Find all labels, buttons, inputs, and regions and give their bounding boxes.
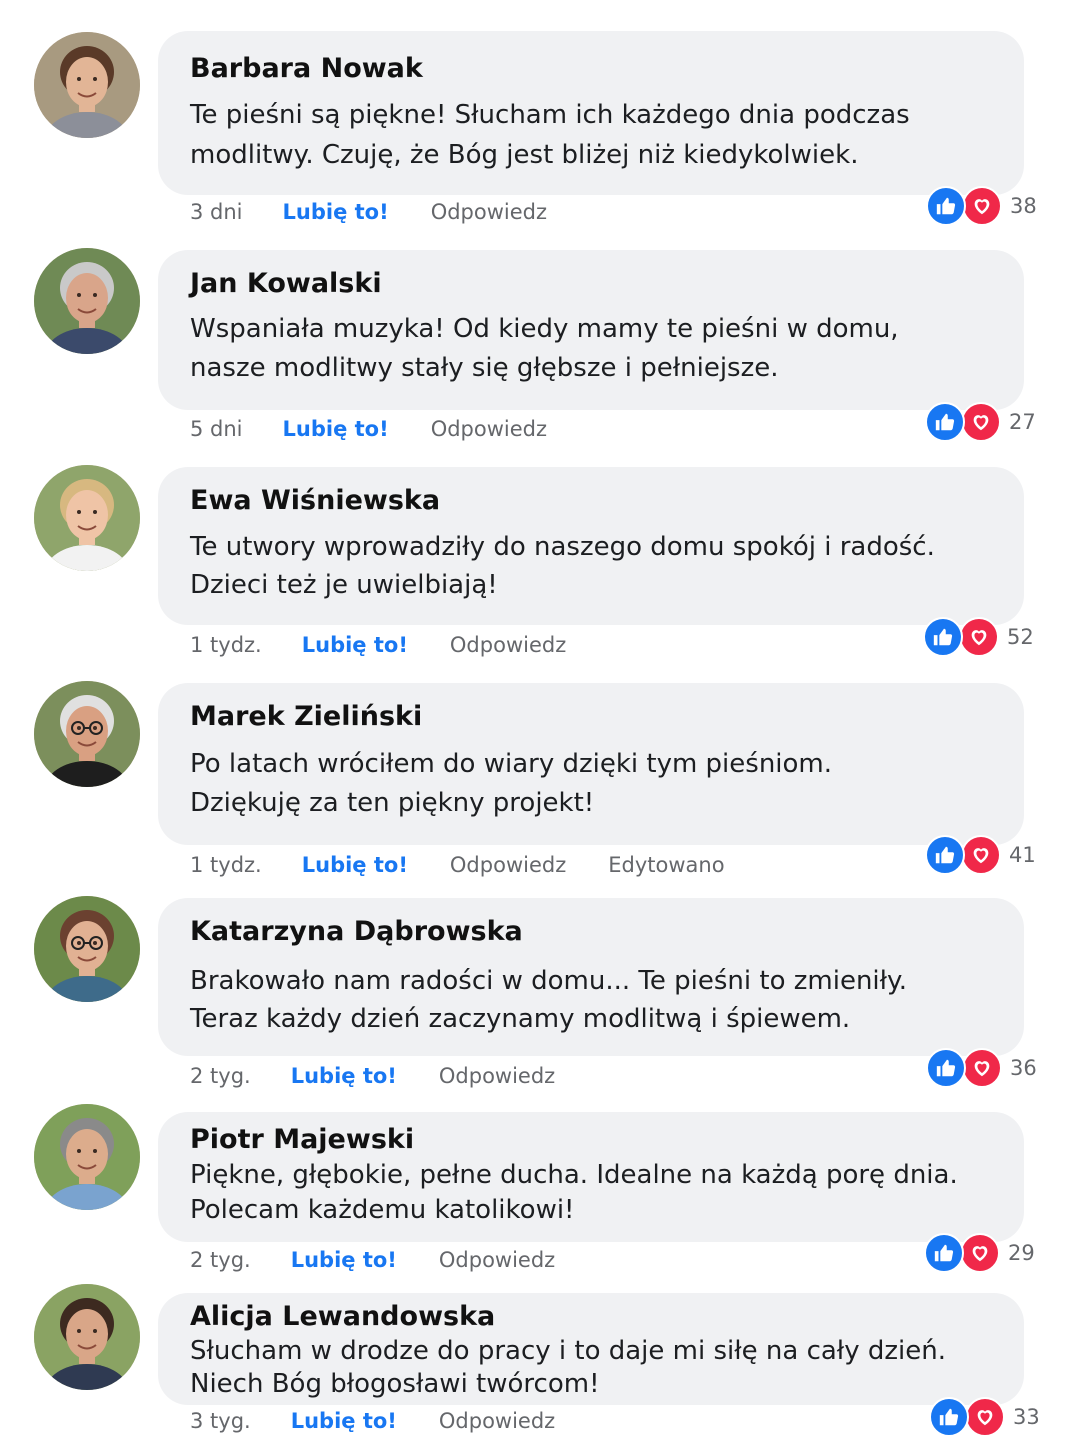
comment-text-line: Brakowało nam radości w domu... Te pieśn… [190, 966, 907, 996]
comment-text-line: nasze modlitwy stały się głębsze i pełni… [190, 353, 779, 383]
heart-icon [962, 1048, 1002, 1088]
reply-button[interactable]: Odpowiedz [439, 1064, 555, 1088]
timestamp[interactable]: 2 tyg. [190, 1064, 251, 1088]
comment-text-line: Niech Bóg błogosławi twórcom! [190, 1369, 600, 1399]
comment-actions: 2 tyg. Lubię to! Odpowiedz [190, 1064, 597, 1088]
reply-button[interactable]: Odpowiedz [431, 417, 547, 441]
comment-bubble: Katarzyna Dąbrowska Brakowało nam radości… [158, 898, 1024, 1056]
comment-bubble: Barbara Nowak Te pieśni są piękne! Słucha… [158, 31, 1024, 195]
comment-bubble: Piotr Majewski Piękne, głębokie, pełne du… [158, 1112, 1024, 1242]
like-button[interactable]: Lubię to! [302, 633, 408, 657]
timestamp[interactable]: 1 tydz. [190, 633, 262, 657]
thumbs-up-icon [925, 402, 965, 442]
reaction-summary[interactable]: 41 [925, 835, 1036, 875]
heart-icon [961, 402, 1001, 442]
author-name[interactable]: Jan Kowalski [190, 268, 382, 300]
like-button[interactable]: Lubię to! [291, 1409, 397, 1433]
thumbs-up-icon [923, 617, 963, 657]
author-name[interactable]: Alicja Lewandowska [190, 1301, 495, 1333]
female-avatar-brown-hair[interactable] [34, 1284, 140, 1390]
female-avatar-blonde-hair[interactable] [34, 465, 140, 571]
comment-text-line: Dziękuję za ten piękny projekt! [190, 788, 595, 818]
reaction-summary[interactable]: 27 [925, 402, 1036, 442]
edited-label: Edytowano [608, 853, 725, 877]
male-avatar-smiling[interactable] [34, 1104, 140, 1210]
comment-actions: 1 tydz. Lubię to! Odpowiedz [190, 633, 608, 657]
author-name[interactable]: Marek Zieliński [190, 701, 422, 733]
reaction-summary[interactable]: 33 [929, 1397, 1040, 1437]
like-button[interactable]: Lubię to! [291, 1064, 397, 1088]
reaction-summary[interactable]: 38 [926, 186, 1037, 226]
heart-icon [960, 1233, 1000, 1273]
comment-text-line: Te utwory wprowadziły do naszego domu sp… [190, 532, 935, 562]
timestamp[interactable]: 1 tydz. [190, 853, 262, 877]
timestamp[interactable]: 3 tyg. [190, 1409, 251, 1433]
heart-icon [962, 186, 1002, 226]
female-avatar-glasses[interactable] [34, 896, 140, 1002]
comment-bubble: Alicja Lewandowska Słucham w drodze do pr… [158, 1293, 1024, 1405]
reply-button[interactable]: Odpowiedz [439, 1248, 555, 1272]
heart-icon [961, 835, 1001, 875]
reaction-count: 33 [1013, 1405, 1040, 1429]
like-button[interactable]: Lubię to! [283, 417, 389, 441]
timestamp[interactable]: 5 dni [190, 417, 243, 441]
thumbs-up-icon [929, 1397, 969, 1437]
reaction-count: 29 [1008, 1241, 1035, 1265]
male-avatar-grey-hair[interactable] [34, 248, 140, 354]
comment-text-line: Polecam każdemu katolikowi! [190, 1195, 575, 1225]
reaction-summary[interactable]: 36 [926, 1048, 1037, 1088]
comment-text-line: Słucham w drodze do pracy i to daje mi s… [190, 1336, 946, 1366]
thumbs-up-icon [925, 835, 965, 875]
comment-bubble: Ewa Wiśniewska Te utwory wprowadziły do n… [158, 467, 1024, 625]
reaction-summary[interactable]: 29 [924, 1233, 1035, 1273]
thumbs-up-icon [924, 1233, 964, 1273]
reply-button[interactable]: Odpowiedz [450, 633, 566, 657]
reply-button[interactable]: Odpowiedz [450, 853, 566, 877]
reaction-count: 38 [1010, 194, 1037, 218]
comment-bubble: Jan Kowalski Wspaniała muzyka! Od kiedy m… [158, 250, 1024, 410]
comment-text-line: modlitwy. Czuję, że Bóg jest bliżej niż … [190, 140, 859, 170]
reaction-count: 52 [1007, 625, 1034, 649]
reaction-count: 27 [1009, 410, 1036, 434]
thumbs-up-icon [926, 1048, 966, 1088]
comment-text-line: Dzieci też je uwielbiają! [190, 570, 498, 600]
female-avatar-dark-hair[interactable] [34, 32, 140, 138]
like-button[interactable]: Lubię to! [283, 200, 389, 224]
comment-actions: 5 dni Lubię to! Odpowiedz [190, 417, 589, 441]
timestamp[interactable]: 3 dni [190, 200, 243, 224]
timestamp[interactable]: 2 tyg. [190, 1248, 251, 1272]
male-avatar-glasses[interactable] [34, 681, 140, 787]
like-button[interactable]: Lubię to! [302, 853, 408, 877]
comment-actions: 3 dni Lubię to! Odpowiedz [190, 200, 589, 224]
comment-text-line: Te pieśni są piękne! Słucham ich każdego… [190, 100, 910, 130]
comment-text-line: Piękne, głębokie, pełne ducha. Idealne n… [190, 1160, 958, 1190]
heart-icon [959, 617, 999, 657]
author-name[interactable]: Barbara Nowak [190, 53, 423, 85]
comment-actions: 1 tydz. Lubię to! Odpowiedz Edytowano [190, 853, 725, 877]
reply-button[interactable]: Odpowiedz [439, 1409, 555, 1433]
reaction-count: 41 [1009, 843, 1036, 867]
comment-text-line: Wspaniała muzyka! Od kiedy mamy te pieśn… [190, 314, 899, 344]
comment-actions: 3 tyg. Lubię to! Odpowiedz [190, 1409, 597, 1433]
reaction-count: 36 [1010, 1056, 1037, 1080]
author-name[interactable]: Piotr Majewski [190, 1124, 414, 1156]
reaction-summary[interactable]: 52 [923, 617, 1034, 657]
comment-text-line: Po latach wróciłem do wiary dzięki tym p… [190, 749, 833, 779]
comment-bubble: Marek Zieliński Po latach wróciłem do wia… [158, 683, 1024, 845]
thumbs-up-icon [926, 186, 966, 226]
comment-text-line: Teraz każdy dzień zaczynamy modlitwą i ś… [190, 1004, 851, 1034]
author-name[interactable]: Ewa Wiśniewska [190, 485, 440, 517]
heart-icon [965, 1397, 1005, 1437]
author-name[interactable]: Katarzyna Dąbrowska [190, 916, 523, 948]
reply-button[interactable]: Odpowiedz [431, 200, 547, 224]
comment-actions: 2 tyg. Lubię to! Odpowiedz [190, 1248, 597, 1272]
like-button[interactable]: Lubię to! [291, 1248, 397, 1272]
